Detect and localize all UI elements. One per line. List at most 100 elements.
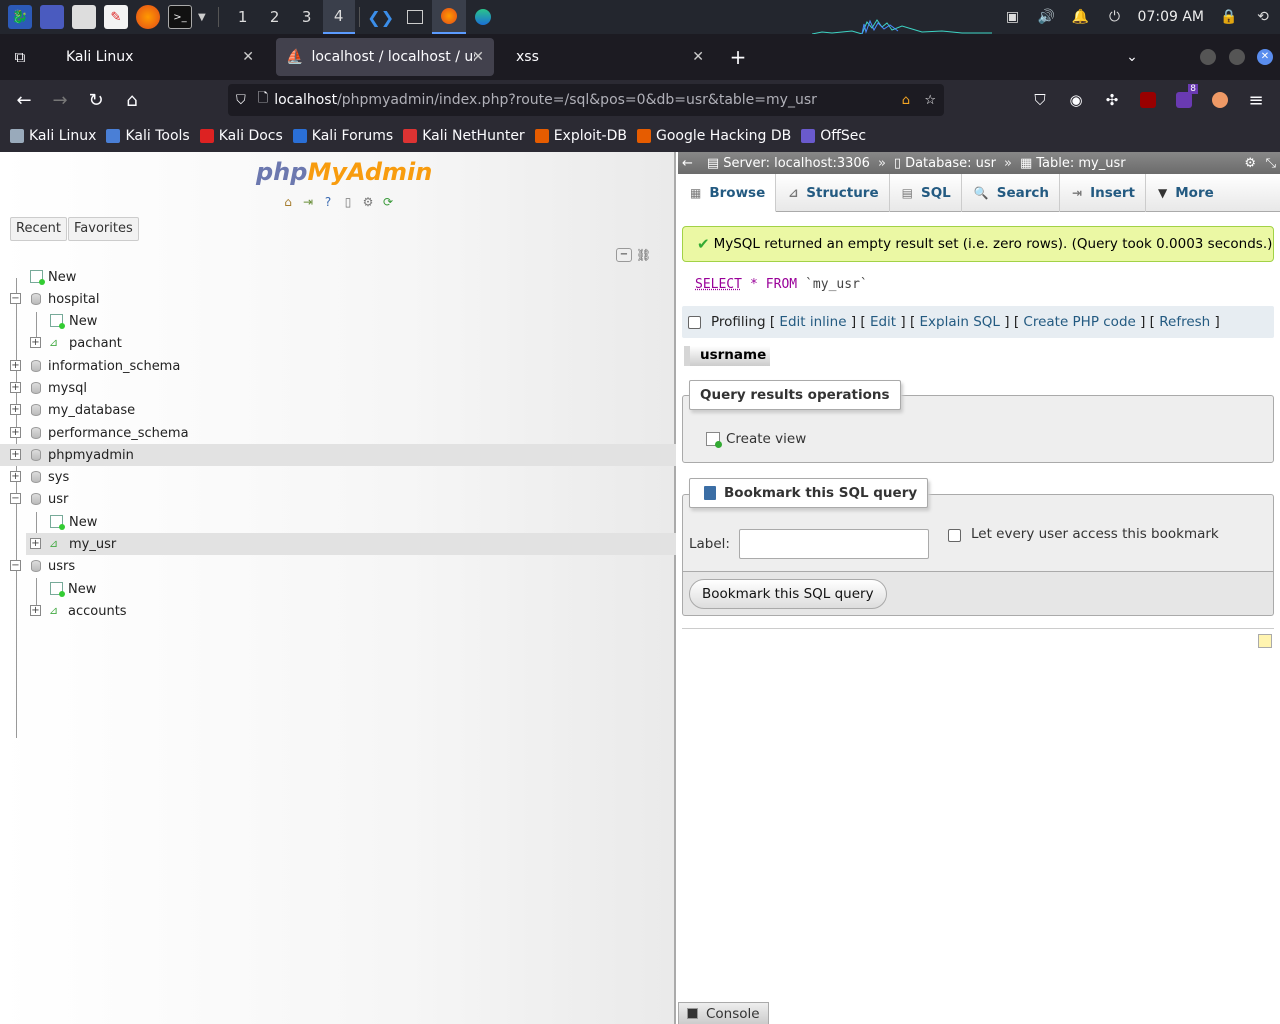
bookmark-exploit-db[interactable]: Exploit-DB bbox=[534, 128, 627, 144]
phpmyadmin-logo[interactable]: phpMyAdmin bbox=[256, 158, 432, 186]
help-icon[interactable]: ? bbox=[320, 194, 336, 210]
tree-item-performance-schema[interactable]: + performance_schema bbox=[0, 422, 676, 444]
tree-label[interactable]: New bbox=[69, 515, 97, 530]
tree-item-my-database[interactable]: + my_database bbox=[0, 399, 676, 421]
power-status-icon[interactable]: ⏻ bbox=[1098, 0, 1132, 34]
close-window-icon[interactable]: ✕ bbox=[1257, 49, 1273, 65]
volume-icon[interactable]: 🔊 bbox=[1030, 0, 1064, 34]
tree-label[interactable]: my_database bbox=[48, 403, 135, 418]
expand-icon[interactable]: + bbox=[30, 538, 41, 549]
bookmark-kali-docs[interactable]: Kali Docs bbox=[199, 128, 283, 144]
firefox-window-icon[interactable] bbox=[431, 0, 466, 34]
tree-item-hospital-new[interactable]: New bbox=[0, 310, 676, 332]
minimize-window-icon[interactable] bbox=[1200, 49, 1216, 65]
tab-close-icon[interactable]: ✕ bbox=[472, 49, 484, 65]
tree-label[interactable]: sys bbox=[48, 470, 69, 485]
bookmark-google-hacking-db[interactable]: Google Hacking DB bbox=[636, 128, 791, 144]
bookmark-star-icon[interactable]: ☆ bbox=[924, 93, 936, 108]
tree-label[interactable]: phpmyadmin bbox=[48, 448, 134, 463]
tab-close-icon[interactable]: ✕ bbox=[692, 49, 704, 65]
tree-item-my-usr[interactable]: + ⊿ my_usr bbox=[26, 533, 676, 555]
extensions-icon[interactable]: ✣ bbox=[1094, 84, 1130, 116]
terminal-window-icon[interactable] bbox=[398, 0, 432, 34]
home-icon[interactable]: ⌂ bbox=[280, 194, 296, 210]
tree-label[interactable]: New bbox=[69, 314, 97, 329]
bookmark-offsec[interactable]: OffSec bbox=[801, 128, 866, 144]
tree-label[interactable]: information_schema bbox=[48, 359, 180, 374]
tree-item-new-database[interactable]: New bbox=[0, 266, 676, 288]
bookmark-kali-nethunter[interactable]: Kali NetHunter bbox=[403, 128, 525, 144]
tracking-protection-icon[interactable]: ⛉ bbox=[236, 93, 246, 108]
tree-item-mysql[interactable]: + mysql bbox=[0, 377, 676, 399]
sql-query-display[interactable]: SELECT * FROM `my_usr` bbox=[682, 264, 1274, 304]
tree-label[interactable]: usrs bbox=[48, 559, 75, 574]
bookmark-kali-linux[interactable]: Kali Linux bbox=[10, 128, 96, 144]
collapse-icon[interactable]: − bbox=[10, 560, 21, 571]
tree-label[interactable]: mysql bbox=[48, 381, 87, 396]
firefox-launcher-icon[interactable] bbox=[136, 5, 160, 29]
tab-overview-icon[interactable]: ⧉ bbox=[2, 41, 38, 73]
console-toggle[interactable]: Console bbox=[678, 1002, 769, 1024]
tree-item-usrs-new[interactable]: New bbox=[0, 578, 676, 600]
desktop-icon[interactable] bbox=[40, 5, 64, 29]
column-header-usrname[interactable]: usrname bbox=[684, 346, 771, 366]
notification-bell-icon[interactable]: 🔔 bbox=[1064, 0, 1098, 34]
tree-label[interactable]: New bbox=[68, 582, 96, 597]
home-icon[interactable]: ⌂ bbox=[114, 84, 150, 116]
tab-browse[interactable]: ▦ Browse bbox=[678, 174, 777, 212]
collapse-all-icon[interactable]: − bbox=[616, 248, 632, 262]
create-php-code-link[interactable]: Create PHP code bbox=[1023, 314, 1135, 330]
browser-tab-xss[interactable]: xss ✕ bbox=[496, 38, 714, 76]
url-bar[interactable]: ⛉ 🗋 localhost/phpmyadmin/index.php?route… bbox=[228, 84, 944, 116]
expand-icon[interactable]: + bbox=[10, 404, 21, 415]
terminal-launcher-icon[interactable]: >_ bbox=[168, 5, 192, 29]
reload-icon[interactable]: ↻ bbox=[78, 84, 114, 116]
list-all-tabs-icon[interactable]: ⌄ bbox=[1114, 41, 1150, 73]
text-editor-icon[interactable]: ✎ bbox=[104, 5, 128, 29]
screen-icon[interactable]: ▣ bbox=[996, 0, 1030, 34]
pocket-icon[interactable]: ⛉ bbox=[1022, 84, 1058, 116]
expand-icon[interactable]: + bbox=[10, 360, 21, 371]
tree-item-accounts[interactable]: + ⊿ accounts bbox=[0, 600, 676, 622]
tree-item-usr-new[interactable]: New bbox=[0, 511, 676, 533]
tree-label[interactable]: my_usr bbox=[69, 537, 116, 552]
tree-label[interactable]: pachant bbox=[69, 336, 122, 351]
create-view-button[interactable]: Create view bbox=[706, 431, 806, 448]
lock-icon[interactable]: 🔒 bbox=[1212, 0, 1246, 34]
launcher-dropdown-icon[interactable]: ▼ bbox=[198, 12, 206, 23]
account-icon[interactable]: ◉ bbox=[1058, 84, 1094, 116]
notes-icon[interactable] bbox=[1258, 634, 1272, 648]
tree-item-pachant[interactable]: + ⊿ pachant bbox=[0, 332, 676, 354]
recent-tables-button[interactable]: Recent bbox=[10, 217, 67, 241]
ublock-icon[interactable] bbox=[1130, 84, 1166, 116]
share-bookmark-checkbox[interactable] bbox=[948, 529, 961, 542]
tree-item-hospital[interactable]: − hospital bbox=[0, 288, 676, 310]
edit-inline-link[interactable]: Edit inline bbox=[779, 314, 846, 330]
breadcrumb-table[interactable]: ▦ Table: my_usr bbox=[1020, 156, 1126, 171]
new-tab-icon[interactable]: + bbox=[720, 41, 756, 73]
maximize-window-icon[interactable] bbox=[1229, 49, 1245, 65]
expand-icon[interactable]: + bbox=[10, 471, 21, 482]
tree-item-information-schema[interactable]: + information_schema bbox=[0, 355, 676, 377]
tree-item-usrs[interactable]: − usrs bbox=[0, 555, 676, 577]
edit-link[interactable]: Edit bbox=[870, 314, 896, 330]
tree-item-usr[interactable]: − usr bbox=[0, 488, 676, 510]
tree-item-sys[interactable]: + sys bbox=[0, 466, 676, 488]
bookmark-submit-button[interactable]: Bookmark this SQL query bbox=[689, 579, 887, 609]
forward-icon[interactable]: → bbox=[42, 84, 78, 116]
workspace-4[interactable]: 4 bbox=[322, 0, 355, 34]
kali-menu-icon[interactable]: 🐉 bbox=[8, 5, 32, 29]
favorite-tables-button[interactable]: Favorites bbox=[68, 217, 139, 241]
bookmark-kali-forums[interactable]: Kali Forums bbox=[292, 128, 393, 144]
home-page-icon[interactable]: ⌂ bbox=[902, 93, 910, 108]
tree-label[interactable]: hospital bbox=[48, 292, 100, 307]
reload-navigation-icon[interactable]: ⟳ bbox=[380, 194, 396, 210]
edge-window-icon[interactable] bbox=[466, 0, 500, 34]
tab-close-icon[interactable]: ✕ bbox=[242, 49, 254, 65]
expand-icon[interactable]: + bbox=[10, 382, 21, 393]
workspace-3[interactable]: 3 bbox=[291, 0, 323, 34]
tree-label[interactable]: performance_schema bbox=[48, 426, 189, 441]
bookmark-kali-tools[interactable]: Kali Tools bbox=[106, 128, 190, 144]
page-info-icon[interactable]: 🗋 bbox=[258, 89, 268, 111]
app-menu-icon[interactable]: ≡ bbox=[1238, 84, 1274, 116]
